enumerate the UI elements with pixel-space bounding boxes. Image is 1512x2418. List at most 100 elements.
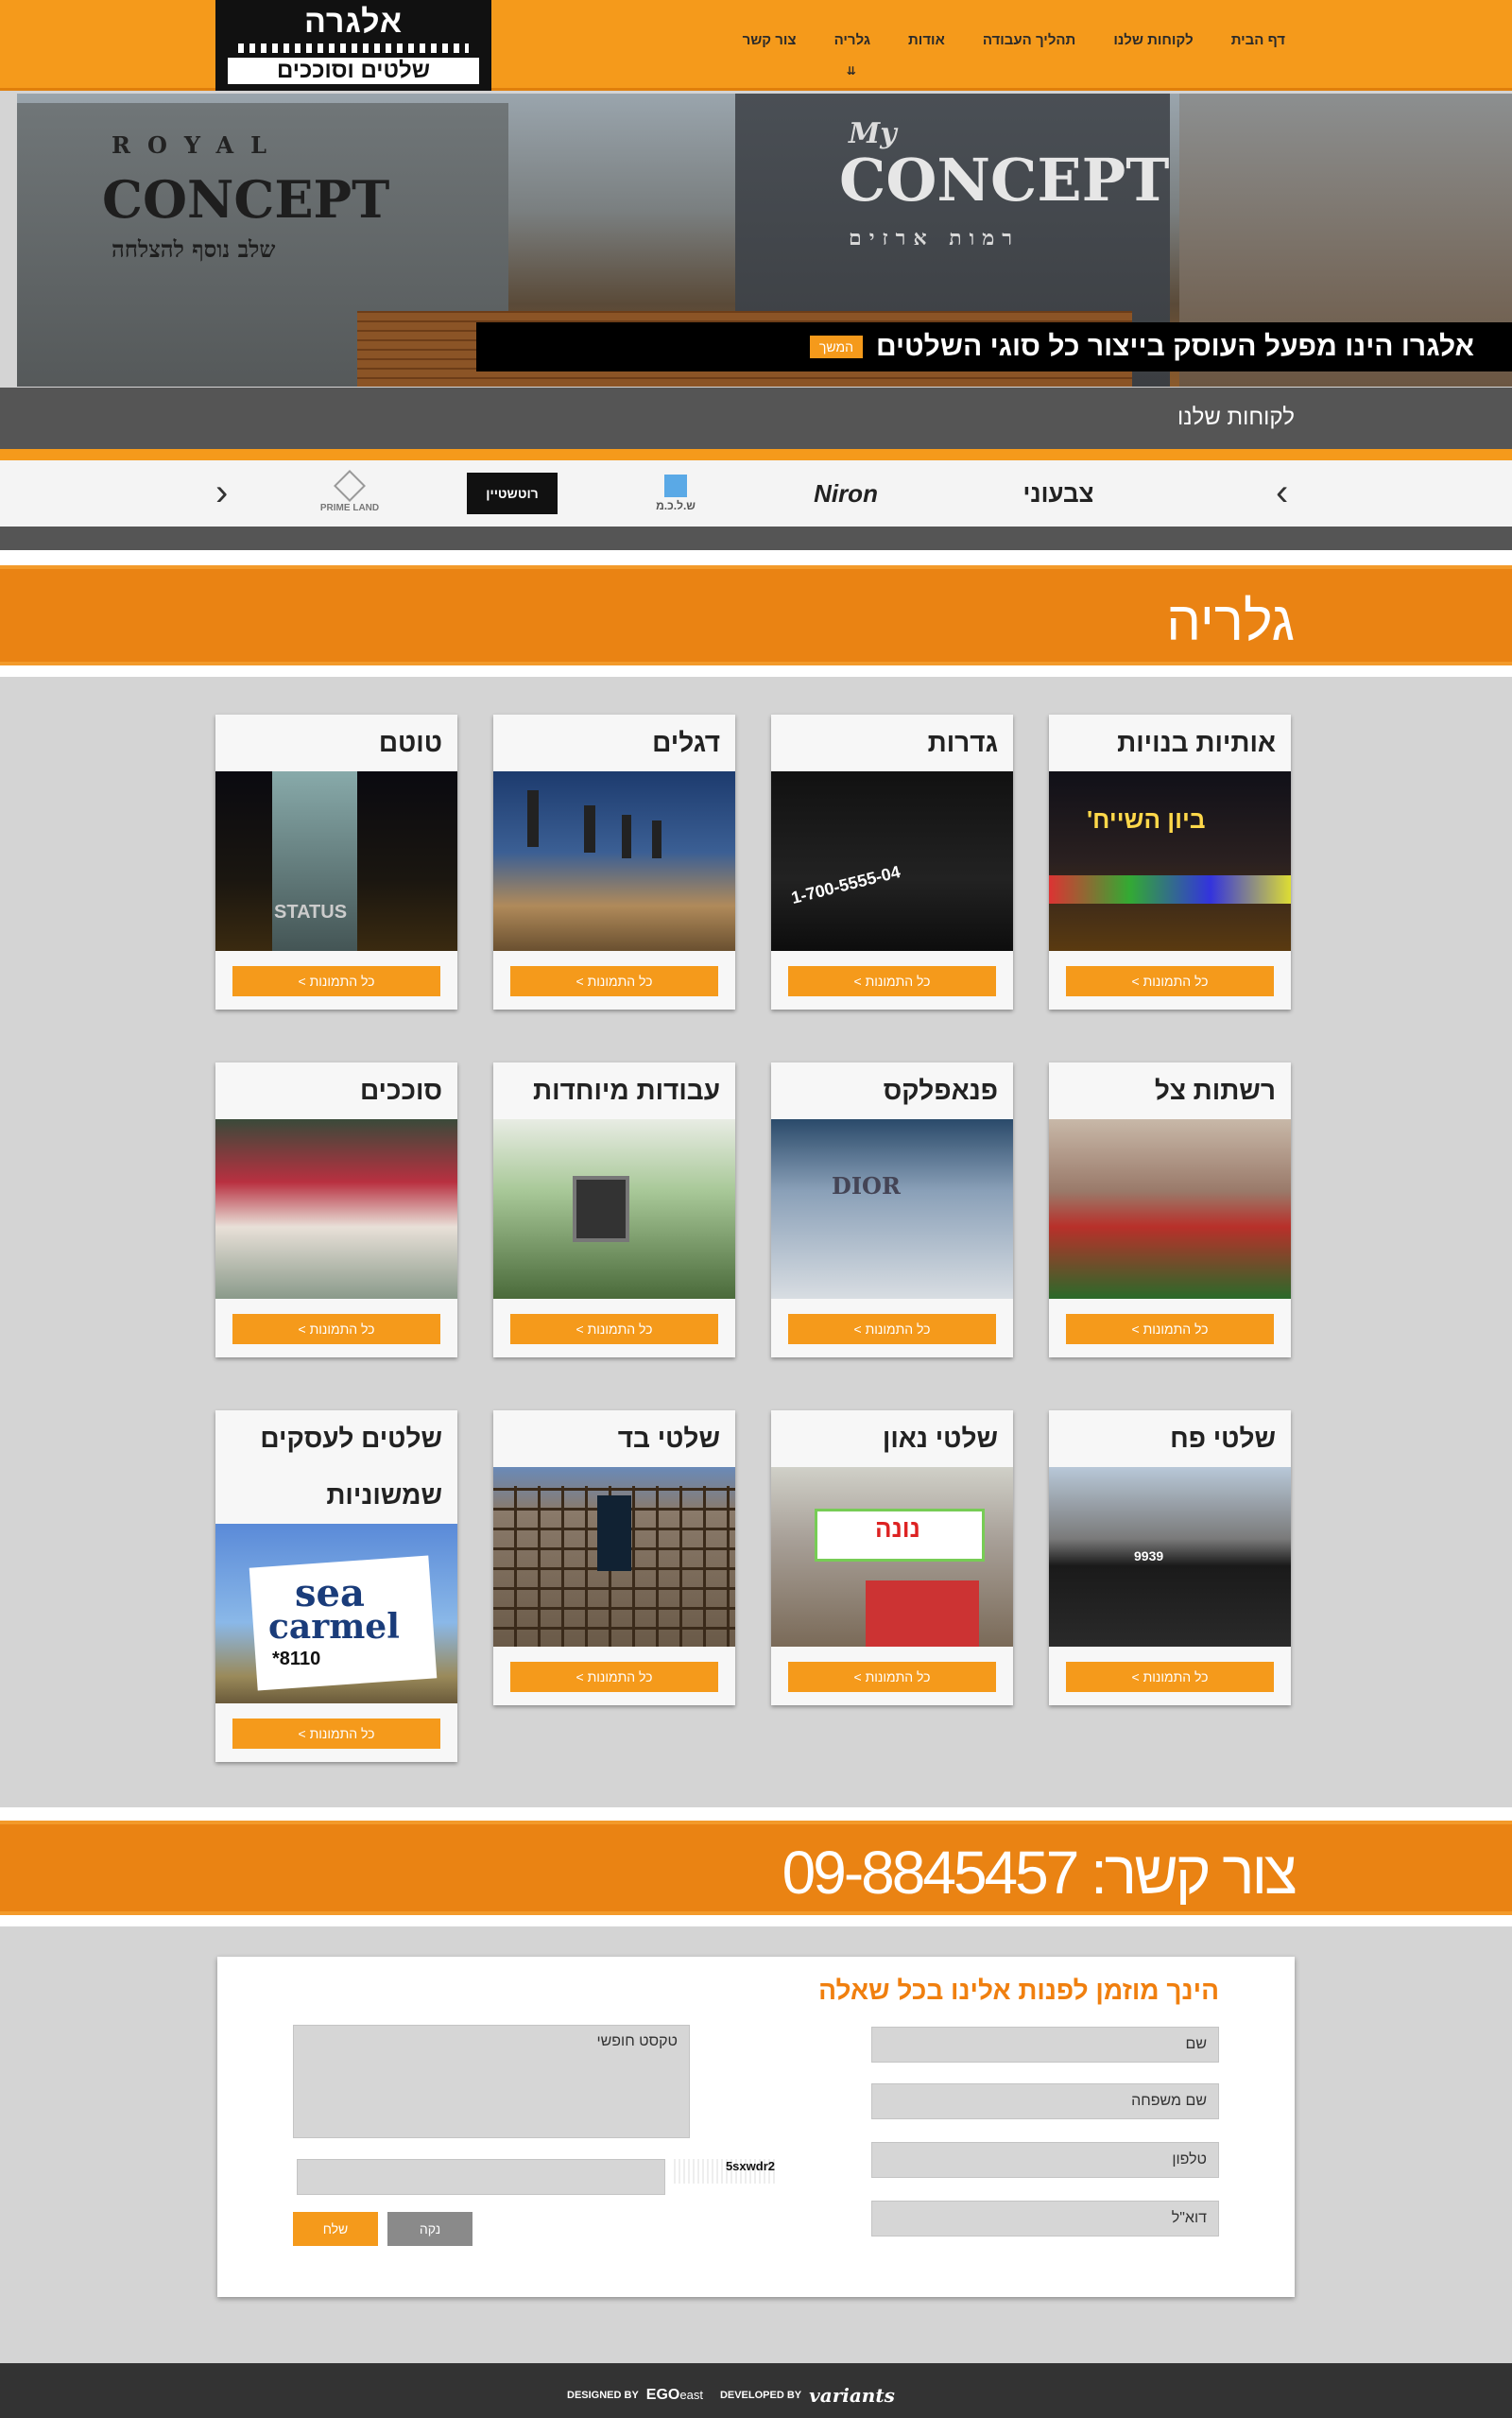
image-banner bbox=[597, 1495, 631, 1571]
phone-field[interactable] bbox=[871, 2142, 1219, 2178]
designed-by-label: DESIGNED BY bbox=[567, 2390, 639, 2401]
gallery-card-image[interactable] bbox=[215, 1119, 457, 1299]
image-decoration bbox=[1049, 875, 1291, 904]
all-images-button[interactable]: כל התמונות > bbox=[232, 1314, 440, 1344]
captcha-image: 5sxwdr2 bbox=[671, 2159, 775, 2184]
client-logo-tzivoni: צבעוני bbox=[1022, 478, 1094, 508]
contact-divider-bottom bbox=[0, 1915, 1512, 1926]
gallery-divider-top bbox=[0, 550, 1512, 565]
site-logo[interactable]: אלגרה שלטים וסוככים bbox=[215, 0, 491, 91]
gallery-card: שלטי נאון נונה כל התמונות > bbox=[771, 1410, 1013, 1705]
nav-gallery[interactable]: גלריה ⇊ bbox=[816, 32, 889, 78]
hero-more-button[interactable]: המשך bbox=[809, 336, 863, 358]
hero-caption-text: אלגרו הינו מפעל העוסק בייצור כל סוגי השל… bbox=[875, 331, 1474, 362]
gallery-card-image[interactable]: sea carmel 8110* bbox=[215, 1524, 457, 1703]
ego-east-text: east bbox=[679, 2388, 703, 2402]
gallery-card-image[interactable]: 1-700-5555-04 bbox=[771, 771, 1013, 951]
gallery-card: שלטים לעסקים שמשוניות sea carmel 8110* כ… bbox=[215, 1410, 457, 1762]
gallery-card-image[interactable] bbox=[1049, 1119, 1291, 1299]
gallery-banner: גלריה bbox=[0, 565, 1512, 665]
gallery-card: עבודות מיוחדות כל התמונות > bbox=[493, 1062, 735, 1357]
logo-title: אלגרה bbox=[303, 4, 404, 40]
client-logo-text: PRIME LAND bbox=[319, 502, 380, 513]
captcha-input[interactable] bbox=[297, 2159, 665, 2195]
free-text-field[interactable] bbox=[293, 2025, 690, 2138]
gallery-card-image[interactable]: ביון השייח' bbox=[1049, 771, 1291, 951]
gallery-card-image[interactable]: STATUS bbox=[215, 771, 457, 951]
all-images-button[interactable]: כל התמונות > bbox=[510, 1662, 718, 1692]
carousel-prev-icon[interactable]: ‹ bbox=[215, 474, 228, 511]
image-sign-text: carmel bbox=[268, 1607, 400, 1647]
gallery-card: דגלים כל התמונות > bbox=[493, 715, 735, 1010]
gallery-card-title: עבודות מיוחדות bbox=[533, 1076, 720, 1105]
gallery-card: אותיות בנויות ביון השייח' כל התמונות > bbox=[1049, 715, 1291, 1010]
ego-logo[interactable]: EGOeast bbox=[646, 2387, 703, 2404]
clear-button[interactable]: נקה bbox=[387, 2212, 472, 2246]
all-images-button[interactable]: כל התמונות > bbox=[232, 966, 440, 996]
developed-by-label: DEVELOPED BY bbox=[719, 2390, 802, 2401]
all-images-button[interactable]: כל התמונות > bbox=[788, 1662, 996, 1692]
nav-gallery-label: גלריה bbox=[833, 32, 871, 48]
all-images-button[interactable]: כל התמונות > bbox=[232, 1719, 440, 1749]
site-header: אלגרה שלטים וסוככים דף הבית לקוחות שלנו … bbox=[0, 0, 1512, 91]
gallery-card-image[interactable]: DIOR bbox=[771, 1119, 1013, 1299]
nav-process[interactable]: תהליך העבודה bbox=[964, 32, 1094, 48]
gallery-card-title: גדרות bbox=[927, 728, 998, 757]
all-images-button[interactable]: כל התמונות > bbox=[788, 966, 996, 996]
logo-stripes bbox=[238, 43, 469, 53]
gallery-title: גלריה bbox=[1166, 591, 1295, 652]
ego-logo-text: EGO bbox=[645, 2387, 680, 2403]
hero-sign-tagline: שלב נוסף להצלחה bbox=[112, 235, 276, 263]
all-images-button[interactable]: כל התמונות > bbox=[1066, 966, 1274, 996]
last-name-field[interactable] bbox=[871, 2083, 1219, 2119]
hero-sign-concept-2: CONCEPT bbox=[839, 146, 1170, 215]
first-name-field[interactable] bbox=[871, 2027, 1219, 2063]
gallery-card: שלטי פח 9939 כל התמונות > bbox=[1049, 1410, 1291, 1705]
gallery-card-title: פנאפלקס bbox=[883, 1076, 998, 1105]
image-sign-text: DIOR bbox=[832, 1172, 901, 1200]
clients-header: לקוחות שלנו bbox=[0, 388, 1512, 449]
clients-divider-top bbox=[0, 449, 1512, 460]
send-button[interactable]: שלח bbox=[293, 2212, 378, 2246]
hero-banner: ROYAL CONCEPT שלב נוסף להצלחה My CONCEPT… bbox=[17, 94, 1512, 387]
image-sign-text: ביון השייח' bbox=[1087, 805, 1206, 834]
image-sign-text: 8110* bbox=[272, 1649, 321, 1669]
form-title: הינך מוזמן לפנות אלינו בכל שאלה bbox=[818, 1976, 1219, 2005]
gallery-card-image[interactable] bbox=[493, 1467, 735, 1647]
contact-banner: צור קשר: 09-8845457 bbox=[0, 1821, 1512, 1915]
logo-subtitle: שלטים וסוככים bbox=[225, 55, 482, 87]
nav-about[interactable]: אודות bbox=[889, 32, 964, 48]
gallery-card-image[interactable]: נונה bbox=[771, 1467, 1013, 1647]
nav-clients[interactable]: לקוחות שלנו bbox=[1094, 32, 1211, 48]
gallery-card: טוטם STATUS כל התמונות > bbox=[215, 715, 457, 1010]
gallery-card: סוככים כל התמונות > bbox=[215, 1062, 457, 1357]
contact-divider-top bbox=[0, 1807, 1512, 1821]
all-images-button[interactable]: כל התמונות > bbox=[1066, 1314, 1274, 1344]
image-sign-text: 1-700-5555-04 bbox=[789, 862, 902, 908]
gallery-card: שלטי בד כל התמונות > bbox=[493, 1410, 735, 1705]
gallery-card-image[interactable]: 9939 bbox=[1049, 1467, 1291, 1647]
flag-icon bbox=[584, 805, 595, 853]
client-logo-shlkm: ש.ל.כ.מ bbox=[652, 470, 699, 517]
gallery-card-title: שלטים לעסקים שמשוניות bbox=[260, 1424, 442, 1510]
nav-home[interactable]: דף הבית bbox=[1212, 32, 1304, 48]
variants-logo[interactable]: variants bbox=[809, 2384, 895, 2407]
client-logo-rothstein: רוטשטיין bbox=[467, 473, 558, 514]
flag-icon bbox=[652, 820, 662, 858]
chevron-down-icon: ⇊ bbox=[846, 64, 856, 78]
gallery-card: רשתות צל כל התמונות > bbox=[1049, 1062, 1291, 1357]
contact-form: הינך מוזמן לפנות אלינו בכל שאלה 5sxwdr2 … bbox=[217, 1957, 1295, 2297]
carousel-next-icon[interactable]: › bbox=[1276, 474, 1288, 511]
footer-credits: DESIGNED BY EGOeast DEVELOPED BY variant… bbox=[567, 2384, 895, 2407]
clients-title: לקוחות שלנו bbox=[1177, 405, 1295, 430]
all-images-button[interactable]: כל התמונות > bbox=[510, 1314, 718, 1344]
all-images-button[interactable]: כל התמונות > bbox=[788, 1314, 996, 1344]
gallery-card-image[interactable] bbox=[493, 771, 735, 951]
gallery-card-title: טוטם bbox=[378, 728, 442, 757]
email-field[interactable] bbox=[871, 2201, 1219, 2237]
all-images-button[interactable]: כל התמונות > bbox=[510, 966, 718, 996]
nav-contact[interactable]: צור קשר bbox=[724, 32, 816, 48]
hero-sign-concept: CONCEPT bbox=[102, 169, 390, 230]
gallery-card-image[interactable] bbox=[493, 1119, 735, 1299]
all-images-button[interactable]: כל התמונות > bbox=[1066, 1662, 1274, 1692]
